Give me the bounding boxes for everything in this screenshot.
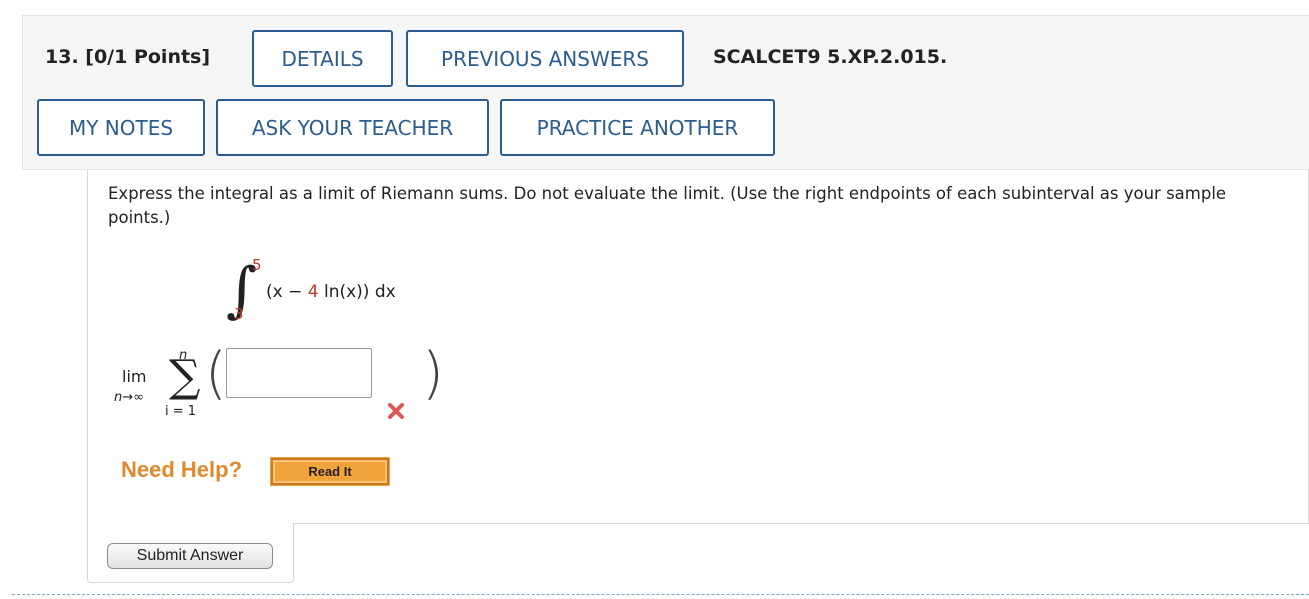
incorrect-x-icon bbox=[388, 403, 404, 419]
close-paren: ) bbox=[422, 341, 444, 406]
limit-subscript: n→∞ bbox=[114, 390, 144, 405]
question-instructions: Express the integral as a limit of Riema… bbox=[108, 184, 1227, 227]
ask-your-teacher-button[interactable]: ASK YOUR TEACHER bbox=[216, 99, 489, 156]
previous-answers-button[interactable]: PREVIOUS ANSWERS bbox=[406, 30, 684, 87]
details-button[interactable]: DETAILS bbox=[252, 30, 393, 87]
integrand-rest: ln(x)) dx bbox=[318, 282, 396, 302]
open-paren: ( bbox=[205, 341, 227, 406]
answer-input[interactable] bbox=[226, 348, 372, 398]
need-help-label: Need Help? bbox=[121, 457, 243, 482]
integral-upper-limit: 5 bbox=[252, 256, 262, 274]
sigma-symbol: ∑ bbox=[169, 351, 201, 402]
integrand-open: (x − bbox=[266, 282, 308, 302]
sum-lower-bound: i = 1 bbox=[165, 404, 197, 419]
integrand-coefficient: 4 bbox=[307, 282, 319, 302]
read-it-button[interactable]: Read It bbox=[270, 457, 390, 486]
my-notes-button[interactable]: MY NOTES bbox=[37, 99, 205, 156]
question-number-points: 13. [0/1 Points] bbox=[45, 46, 211, 68]
integral-lower-limit: 3 bbox=[234, 305, 244, 323]
practice-another-button[interactable]: PRACTICE ANOTHER bbox=[500, 99, 775, 156]
submit-answer-button[interactable]: Submit Answer bbox=[107, 543, 273, 569]
integrand: (x − 4 ln(x)) dx bbox=[266, 282, 396, 302]
question-code: SCALCET9 5.XP.2.015. bbox=[713, 46, 948, 68]
question-divider bbox=[12, 594, 1309, 595]
limit-label: lim bbox=[122, 367, 147, 386]
